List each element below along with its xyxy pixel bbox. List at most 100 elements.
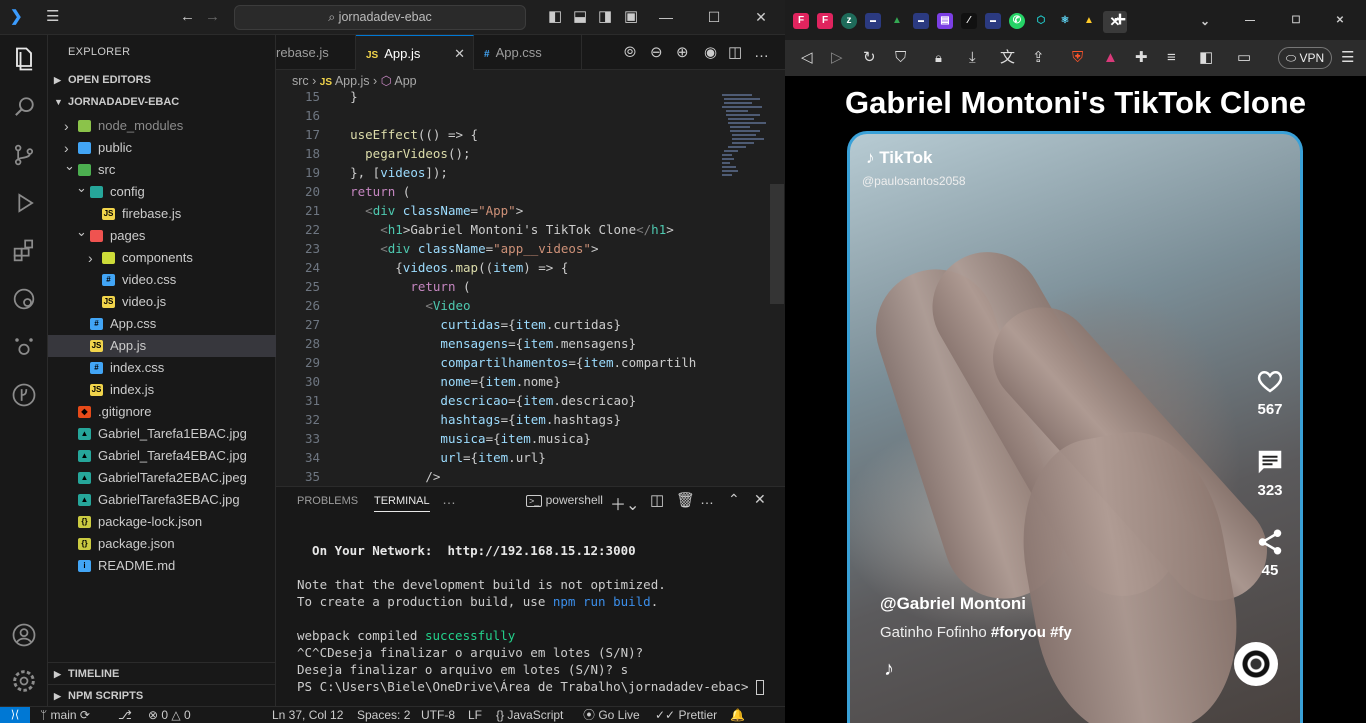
language-mode[interactable]: {} JavaScript: [496, 707, 563, 723]
back-arrow-icon[interactable]: ←: [180, 8, 195, 26]
split-editor-icon[interactable]: ◫: [728, 44, 742, 62]
browser-menu-icon[interactable]: ☰: [1341, 49, 1354, 67]
maximize-button[interactable]: ☐: [703, 6, 725, 28]
prev-change-icon[interactable]: ⊖: [650, 44, 663, 62]
ports-icon[interactable]: ⎇: [118, 707, 132, 723]
tab-favicon-z[interactable]: z: [841, 13, 857, 29]
npm-scripts-section[interactable]: ▶ NPM SCRIPTS: [48, 684, 276, 706]
close-panel-icon[interactable]: ✕: [754, 491, 766, 508]
forward-icon[interactable]: ▷: [831, 49, 843, 67]
reload-icon[interactable]: ↻: [863, 49, 876, 67]
sidebar-icon[interactable]: ◧: [1199, 49, 1213, 67]
tab-favicon-drive[interactable]: ▲: [889, 13, 905, 29]
toggle-sidebar-icon[interactable]: ◧: [548, 8, 562, 26]
tree-item[interactable]: ▲ GabrielTarefa2EBAC.jpeg: [48, 467, 276, 489]
tree-item[interactable]: ⌄ pages: [48, 224, 276, 247]
notifications-icon[interactable]: 🔔: [730, 707, 745, 723]
tree-item[interactable]: JS video.js: [48, 291, 276, 313]
tab-favicon-figma-2[interactable]: F: [817, 13, 833, 29]
code-line[interactable]: 32 hashtags={item.hashtags}: [276, 410, 770, 429]
tab-plus-icon[interactable]: +: [1112, 9, 1128, 30]
breadcrumb-app-js[interactable]: App.js: [335, 74, 370, 88]
tree-item[interactable]: i README.md: [48, 555, 276, 577]
close-tab-icon[interactable]: ✕: [454, 36, 465, 71]
remote-indicator[interactable]: ⟩⟨: [0, 707, 30, 723]
code-line[interactable]: 30 nome={item.nome}: [276, 372, 770, 391]
remote-explorer-icon[interactable]: [10, 285, 38, 313]
tab-favicon-figma-1[interactable]: F: [793, 13, 809, 29]
tree-item[interactable]: ▲ GabrielTarefa3EBAC.jpg: [48, 489, 276, 511]
tab-search-icon[interactable]: ⌄: [1197, 13, 1213, 29]
tab-terminal[interactable]: TERMINAL: [374, 495, 430, 512]
code-line[interactable]: 33 musica={item.musica}: [276, 429, 770, 448]
video-author[interactable]: @Gabriel Montoni: [880, 594, 1026, 614]
trash-icon[interactable]: 🗑: [676, 491, 695, 509]
tree-item[interactable]: ▲ Gabriel_Tarefa1EBAC.jpg: [48, 423, 276, 445]
tab-problems[interactable]: PROBLEMS: [297, 495, 358, 507]
tab-favicon-whatsapp[interactable]: ✆: [1009, 13, 1025, 29]
code-line[interactable]: 18 pegarVideos();: [276, 144, 770, 163]
code-line[interactable]: 22 <h1>Gabriel Montoni's TikTok Clone</h…: [276, 220, 770, 239]
explorer-icon[interactable]: [10, 45, 38, 73]
code-line[interactable]: 24 {videos.map((item) => {: [276, 258, 770, 277]
minimize-button[interactable]: —: [1242, 13, 1258, 29]
tree-item[interactable]: # App.css: [48, 313, 276, 335]
tree-item[interactable]: {} package.json: [48, 533, 276, 555]
bookmark-icon[interactable]: ⛉: [895, 49, 906, 67]
tree-item[interactable]: # video.css: [48, 269, 276, 291]
tab-firebase-js[interactable]: rebase.js: [276, 35, 356, 70]
breadcrumb-app[interactable]: App: [394, 74, 416, 88]
tree-item[interactable]: ▲ Gabriel_Tarefa4EBAC.jpg: [48, 445, 276, 467]
tree-item[interactable]: › components: [48, 247, 276, 269]
tab-favicon-site[interactable]: ▬: [865, 13, 881, 29]
download-icon[interactable]: ⤓: [969, 49, 976, 67]
extensions-icon[interactable]: [10, 237, 38, 265]
breadcrumb-src[interactable]: src: [292, 74, 309, 88]
code-line[interactable]: 35 />: [276, 467, 770, 484]
code-line[interactable]: 16: [276, 106, 770, 125]
wallet-icon[interactable]: ▭: [1237, 49, 1251, 67]
maximize-panel-icon[interactable]: ⌃: [728, 491, 740, 508]
tree-item[interactable]: › public: [48, 137, 276, 159]
timeline-section[interactable]: ▶ TIMELINE: [48, 662, 276, 684]
editor-scrollbar[interactable]: [770, 184, 784, 304]
share-icon[interactable]: ⇪: [1032, 49, 1045, 67]
comment-action[interactable]: 323: [1250, 447, 1290, 499]
close-window-button[interactable]: ✕: [1332, 13, 1348, 29]
accounts-icon[interactable]: [10, 621, 38, 649]
customize-layout-icon[interactable]: ▣: [624, 8, 638, 26]
go-live-button[interactable]: ⦿ Go Live: [583, 707, 640, 723]
tab-favicon-hex[interactable]: ⬡: [1033, 13, 1049, 29]
code-line[interactable]: 29 compartilhamentos={item.compartilh: [276, 353, 770, 372]
tab-favicon-react[interactable]: ⚛: [1057, 13, 1073, 29]
menu-icon[interactable]: ☰: [46, 8, 59, 26]
code-line[interactable]: 17 useEffect(() => {: [276, 125, 770, 144]
tab-favicon-site-2[interactable]: ▬: [913, 13, 929, 29]
more-actions-icon[interactable]: …: [700, 491, 714, 507]
settings-gear-icon[interactable]: [10, 667, 38, 695]
maximize-button[interactable]: ☐: [1288, 13, 1304, 29]
prettier-status[interactable]: ✓✓ Prettier: [655, 707, 717, 723]
git-graph-icon[interactable]: [10, 381, 38, 409]
next-change-icon[interactable]: ⊕: [676, 44, 689, 62]
cursor-position[interactable]: Ln 37, Col 12: [272, 707, 343, 723]
brave-rewards-icon[interactable]: ▲: [1103, 49, 1118, 67]
indentation[interactable]: Spaces: 2: [357, 707, 410, 723]
like-action[interactable]: 567: [1250, 366, 1290, 418]
close-window-button[interactable]: ✕: [750, 6, 772, 28]
brave-shield-icon[interactable]: ⛨: [1072, 49, 1083, 67]
minimize-button[interactable]: —: [655, 6, 677, 28]
minimap[interactable]: [718, 92, 770, 486]
code-line[interactable]: 20 return (: [276, 182, 770, 201]
tree-item[interactable]: JS index.js: [48, 379, 276, 401]
tab-favicon-notion[interactable]: ⁄: [961, 13, 977, 29]
tree-item[interactable]: ⌄ config: [48, 180, 276, 203]
branch-status[interactable]: ᛘ main ⟳: [40, 707, 90, 723]
forward-arrow-icon[interactable]: →: [205, 8, 220, 26]
new-terminal-icon[interactable]: ＋⌄: [610, 491, 639, 515]
playlist-icon[interactable]: ≡: [1167, 49, 1176, 67]
toggle-secondary-sidebar-icon[interactable]: ◨: [598, 8, 612, 26]
terminal-shell-selector[interactable]: >_ powershell: [526, 493, 603, 507]
code-line[interactable]: 15 }: [276, 90, 770, 106]
tree-item[interactable]: # index.css: [48, 357, 276, 379]
